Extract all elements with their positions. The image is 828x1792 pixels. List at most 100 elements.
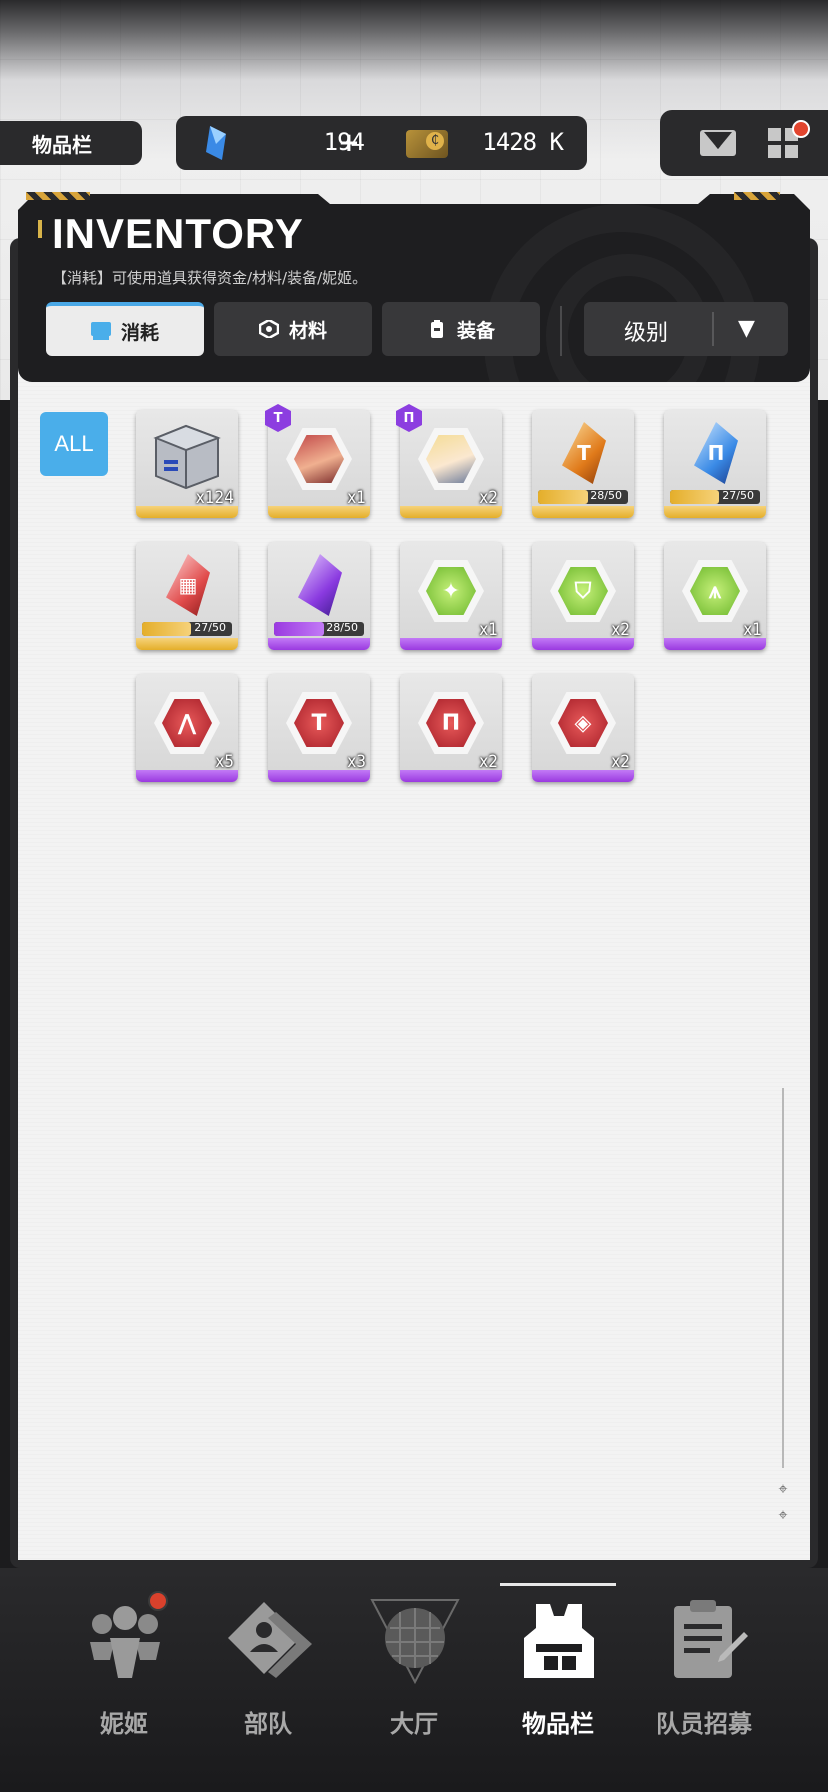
nav-notification-dot	[148, 1591, 168, 1611]
scroll-up-icon[interactable]: ⌖	[774, 1480, 792, 1498]
blue-shard-icon: Π	[694, 422, 738, 484]
supply-box-icon	[153, 424, 221, 490]
page-title: INVENTORY	[52, 210, 304, 257]
item-quantity: x124	[195, 488, 234, 508]
inventory-item[interactable]: x124	[136, 410, 238, 518]
item-progress-bar: 27/50	[142, 621, 232, 636]
lobby-globe-icon	[370, 1599, 460, 1684]
item-progress-bar: 28/50	[538, 489, 628, 504]
item-quantity: x1	[743, 620, 762, 640]
hex-frame: ⛉	[550, 560, 616, 622]
scrollbar[interactable]	[782, 1088, 784, 1468]
tab-label: 消耗	[120, 321, 159, 344]
orange-shard-icon: T	[562, 422, 606, 484]
inventory-item[interactable]: ◈ x2	[532, 674, 634, 782]
nikke-portrait-blonde-icon	[426, 435, 476, 483]
item-quantity: x2	[479, 488, 498, 508]
mail-icon[interactable]	[700, 130, 736, 156]
gem-icon	[206, 126, 226, 160]
nav-label: 部队	[244, 1710, 292, 1738]
nav-inventory[interactable]: 物品栏	[478, 1568, 622, 1792]
hex-frame: ✦	[418, 560, 484, 622]
hazard-stripe-left	[26, 192, 90, 200]
progress-text: 28/50	[590, 489, 622, 502]
sort-label: 级别	[624, 321, 669, 346]
hex-frame	[286, 428, 352, 490]
purple-shard-icon	[298, 554, 342, 616]
nikke-portrait-red-icon	[294, 435, 344, 483]
inventory-item[interactable]: T 28/50	[532, 410, 634, 518]
item-quantity: x1	[479, 620, 498, 640]
hex-frame: ⩚	[682, 560, 748, 622]
sort-separator	[712, 312, 714, 346]
inventory-item[interactable]: ⛉ x2	[532, 542, 634, 650]
nav-label: 物品栏	[522, 1710, 594, 1738]
item-quantity: x1	[347, 488, 366, 508]
hex-frame: ◈	[550, 692, 616, 754]
consumable-icon	[90, 322, 111, 340]
nav-label: 大厅	[390, 1710, 438, 1738]
tab-consumables[interactable]: 消耗	[46, 302, 204, 356]
currency-bar: 194 + 1428 K	[176, 116, 587, 170]
title-accent-mark	[38, 220, 42, 238]
inventory-item[interactable]: Π x2	[400, 674, 502, 782]
item-quantity: x2	[479, 752, 498, 772]
inventory-item[interactable]: T x3	[268, 674, 370, 782]
progress-fill	[670, 490, 719, 504]
material-icon	[258, 320, 279, 338]
page-subtitle: 【消耗】可使用道具获得资金/材料/装备/妮姬。	[52, 269, 368, 287]
nav-lobby[interactable]: 大厅	[334, 1568, 478, 1792]
red-hex-arrow-icon: ⋀	[162, 699, 212, 747]
gem-plus-button[interactable]: +	[338, 128, 360, 158]
nav-recruit[interactable]: 队员招募	[624, 1568, 768, 1792]
hex-frame: T	[286, 692, 352, 754]
progress-text: 27/50	[194, 621, 226, 634]
squad-icon	[228, 1602, 312, 1678]
tab-label: 装备	[456, 319, 495, 342]
credit-icon	[406, 130, 448, 158]
tab-equipment[interactable]: 装备	[382, 302, 540, 356]
inventory-item[interactable]: ✦ x1	[400, 542, 502, 650]
green-hex-arrow-icon: ⩚	[690, 567, 740, 615]
recruit-clipboard-icon	[674, 1600, 748, 1678]
item-quantity: x2	[611, 620, 630, 640]
tab-materials[interactable]: 材料	[214, 302, 372, 356]
page-tag: 物品栏	[0, 121, 142, 165]
nav-label: 队员招募	[656, 1710, 752, 1738]
red-shard-icon: ▦	[166, 554, 210, 616]
nav-label: 妮姬	[100, 1710, 148, 1738]
item-quantity: x5	[215, 752, 234, 772]
credit-count: 1428 K	[482, 128, 564, 156]
progress-fill	[538, 490, 589, 504]
inventory-vest-icon	[524, 1604, 594, 1678]
red-hex-pi-icon: Π	[426, 699, 476, 747]
item-quantity: x2	[611, 752, 630, 772]
sort-dropdown[interactable]: 级别 ▼	[584, 302, 788, 356]
progress-fill	[142, 622, 191, 636]
hex-frame: Π	[418, 692, 484, 754]
tab-label: 材料	[288, 319, 327, 342]
menu-notification-dot	[792, 120, 810, 138]
red-hex-t-icon: T	[294, 699, 344, 747]
green-hex-shield-icon: ⛉	[558, 567, 608, 615]
scroll-down-icon[interactable]: ⌖	[774, 1506, 792, 1524]
inventory-item[interactable]: ▦ 27/50	[136, 542, 238, 650]
inventory-item[interactable]: ⋀ x5	[136, 674, 238, 782]
inventory-item[interactable]: ⩚ x1	[664, 542, 766, 650]
progress-text: 27/50	[722, 489, 754, 502]
filter-all-button[interactable]: ALL	[40, 412, 108, 476]
inventory-item[interactable]: Π 27/50	[664, 410, 766, 518]
progress-fill	[274, 622, 325, 636]
nav-squad[interactable]: 部队	[188, 1568, 332, 1792]
tab-divider	[560, 306, 562, 356]
inventory-grid-area	[18, 338, 810, 1560]
equipment-icon	[430, 320, 443, 338]
green-hex-star-icon: ✦	[426, 567, 476, 615]
hazard-stripe-right	[734, 192, 780, 200]
item-progress-bar: 28/50	[274, 621, 364, 636]
top-right-menu	[660, 110, 828, 176]
hex-frame	[418, 428, 484, 490]
item-quantity: x3	[347, 752, 366, 772]
inventory-item[interactable]: 28/50	[268, 542, 370, 650]
chevron-down-icon: ▼	[738, 316, 755, 341]
